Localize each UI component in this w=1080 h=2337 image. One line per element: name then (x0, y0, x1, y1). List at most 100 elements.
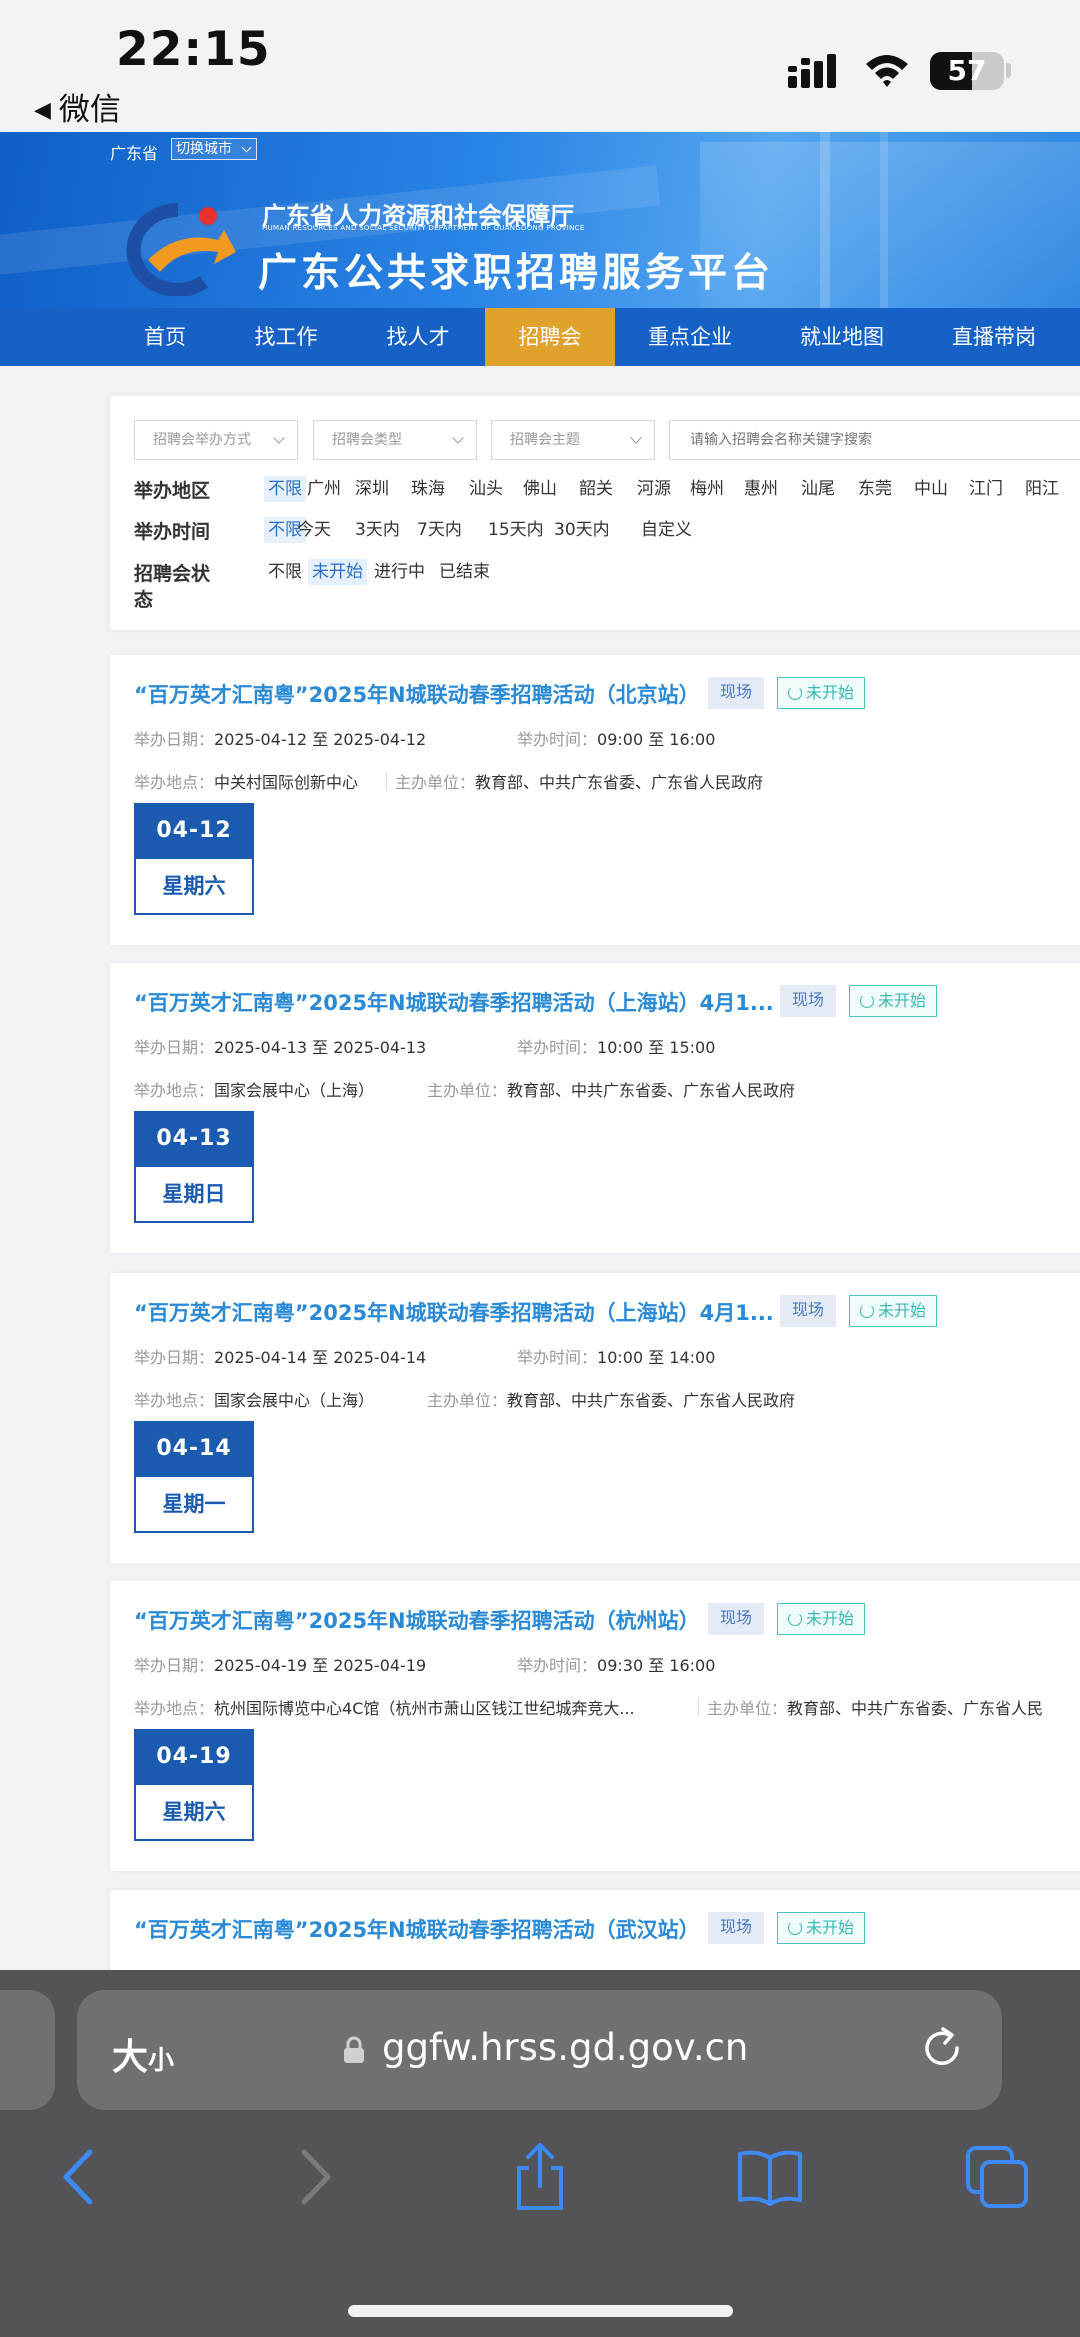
area-option[interactable]: 汕头 (465, 476, 507, 502)
status-tag: 未开始 (777, 1603, 866, 1635)
area-option[interactable]: 韶关 (575, 476, 617, 502)
tabs-icon[interactable] (962, 2142, 1032, 2212)
fair-title-link[interactable]: “百万英才汇南粤”2025年N城联动春季招聘活动（北京站） (134, 679, 700, 709)
place-value: 杭州国际博览中心4C馆（杭州市萧山区钱江世纪城奔竞大... (214, 1699, 635, 1718)
nav-live-recruiting[interactable]: 直播带岗 (944, 308, 1044, 366)
nav-home[interactable]: 首页 (115, 308, 215, 366)
onsite-tag: 现场 (708, 1912, 765, 1944)
time-option[interactable]: 今天 (293, 517, 335, 543)
address-bar[interactable]: 大小 ggfw.hrss.gd.gov.cn (77, 1990, 1002, 2110)
filter-panel: 招聘会举办方式 招聘会类型 招聘会主题 举办地区 不限广州深圳珠海汕头佛山韶关河… (110, 396, 1080, 630)
nav-find-talent[interactable]: 找人才 (368, 308, 468, 366)
date-key: 举办日期： (134, 730, 215, 749)
nav-key-enterprises[interactable]: 重点企业 (640, 308, 740, 366)
job-fair-card[interactable]: “百万英才汇南粤”2025年N城联动春季招聘活动（上海站）4月1... 现场 未开始… (110, 963, 1080, 1253)
date-start: 2025-04-19 (214, 1656, 307, 1675)
date-key: 举办日期： (134, 1038, 215, 1057)
nav-job-fair[interactable]: 招聘会 (485, 308, 615, 366)
fair-date: 举办日期：2025-04-12 至 2025-04-12 (134, 726, 426, 750)
area-option[interactable]: 东莞 (854, 476, 896, 502)
time-option[interactable]: 15天内 (484, 517, 548, 543)
fair-type-select[interactable]: 招聘会类型 (313, 420, 477, 460)
date-badge-weekday: 星期一 (162, 1492, 226, 1516)
status-text: 未开始 (878, 1301, 927, 1320)
status-option[interactable]: 进行中 (370, 559, 429, 585)
keyword-search-input[interactable] (669, 420, 1080, 460)
switch-city-button[interactable]: 切换城市 (171, 138, 257, 160)
date-start: 2025-04-14 (214, 1348, 307, 1367)
status-filter-label-cont: 态 (134, 589, 154, 611)
date-badge-day: 04-19 (136, 1731, 252, 1785)
battery-icon: 57 (930, 52, 1004, 90)
share-icon[interactable] (505, 2142, 575, 2212)
area-option[interactable]: 深圳 (351, 476, 393, 502)
place-value: 国家会展中心（上海） (214, 1391, 375, 1410)
main-nav: 首页 找工作 找人才 招聘会 重点企业 就业地图 直播带岗 (0, 308, 1080, 366)
time-option[interactable]: 30天内 (550, 517, 614, 543)
status-tag: 未开始 (777, 677, 866, 709)
fair-date: 举办日期：2025-04-14 至 2025-04-14 (134, 1344, 426, 1368)
onsite-tag: 现场 (708, 1603, 765, 1635)
area-option[interactable]: 中山 (910, 476, 952, 502)
host-key: 主办单位： (395, 773, 476, 792)
time-option[interactable]: 3天内 (351, 517, 404, 543)
job-fair-card[interactable]: “百万英才汇南粤”2025年N城联动春季招聘活动（杭州站） 现场 未开始 举办日期：2… (110, 1581, 1080, 1871)
nav-employment-map[interactable]: 就业地图 (792, 308, 892, 366)
area-option[interactable]: 广州 (303, 476, 345, 502)
clock-icon (788, 686, 802, 700)
department-name-en: HUMAN RESOURCES AND SOCIAL SECURITY DEPA… (262, 224, 585, 232)
area-option[interactable]: 梅州 (686, 476, 728, 502)
status-text: 未开始 (806, 1609, 855, 1628)
date-key: 举办日期： (134, 1656, 215, 1675)
reload-icon[interactable] (919, 2026, 965, 2072)
area-option[interactable]: 惠州 (740, 476, 782, 502)
place-value: 中关村国际创新中心 (214, 773, 359, 792)
status-text: 未开始 (806, 683, 855, 702)
area-option[interactable]: 珠海 (407, 476, 449, 502)
date-end: 2025-04-19 (333, 1656, 427, 1675)
back-to-wechat[interactable]: ◀ 微信 (34, 84, 121, 129)
date-badge-weekday: 星期六 (162, 874, 226, 898)
nav-find-job[interactable]: 找工作 (236, 308, 336, 366)
text-size-button[interactable]: 大小 (112, 2028, 174, 2080)
fair-title-link[interactable]: “百万英才汇南粤”2025年N城联动春季招聘活动（武汉站） (134, 1914, 700, 1944)
host-value: 教育部、中共广东省委、广东省人民政府 (507, 1391, 796, 1410)
bookmarks-icon[interactable] (735, 2142, 805, 2212)
fair-theme-select[interactable]: 招聘会主题 (491, 420, 655, 460)
area-option[interactable]: 佛山 (519, 476, 561, 502)
time-key: 举办时间： (517, 730, 598, 749)
status-option[interactable]: 未开始 (308, 559, 367, 585)
fair-title-link[interactable]: “百万英才汇南粤”2025年N城联动春季招聘活动（上海站）4月1... (134, 1297, 774, 1327)
area-option[interactable]: 阳江 (1021, 476, 1063, 502)
job-fair-card[interactable]: “百万英才汇南粤”2025年N城联动春季招聘活动（上海站）4月1... 现场 未开始… (110, 1273, 1080, 1563)
area-option[interactable]: 河源 (633, 476, 675, 502)
date-badge-weekday: 星期六 (162, 1800, 226, 1824)
fair-title-link[interactable]: “百万英才汇南粤”2025年N城联动春季招聘活动（杭州站） (134, 1605, 700, 1635)
status-option[interactable]: 已结束 (435, 559, 494, 585)
back-icon[interactable] (46, 2142, 116, 2212)
area-option[interactable]: 江门 (965, 476, 1007, 502)
date-badge-day: 04-14 (136, 1423, 252, 1477)
time-value: 10:00 至 14:00 (597, 1348, 716, 1367)
area-option[interactable]: 汕尾 (797, 476, 839, 502)
platform-title: 广东公共求职招聘服务平台 (258, 251, 775, 296)
time-option[interactable]: 7天内 (413, 517, 466, 543)
previous-tab-peek[interactable] (0, 1990, 55, 2110)
date-start: 2025-04-12 (214, 730, 307, 749)
fair-title-link[interactable]: “百万英才汇南粤”2025年N城联动春季招聘活动（上海站）4月1... (134, 987, 774, 1017)
status-tag: 未开始 (849, 1295, 938, 1327)
date-badge-weekday: 星期日 (162, 1182, 226, 1206)
date-to: 至 (312, 1038, 329, 1057)
clock: 22:15 (116, 22, 271, 77)
organize-mode-select[interactable]: 招聘会举办方式 (134, 420, 298, 460)
lock-icon (344, 2036, 364, 2063)
job-fair-card[interactable]: “百万英才汇南粤”2025年N城联动春季招聘活动（北京站） 现场 未开始 举办日期：2… (110, 655, 1080, 945)
fair-host: 主办单位：教育部、中共广东省委、广东省人民政府 (427, 1387, 795, 1411)
forward-icon[interactable] (278, 2142, 348, 2212)
status-option[interactable]: 不限 (264, 559, 306, 585)
date-end: 2025-04-12 (333, 730, 427, 749)
time-option[interactable]: 自定义 (637, 517, 696, 543)
area-option[interactable]: 不限 (264, 476, 306, 502)
time-key: 举办时间： (517, 1656, 598, 1675)
home-indicator[interactable] (348, 2305, 733, 2317)
